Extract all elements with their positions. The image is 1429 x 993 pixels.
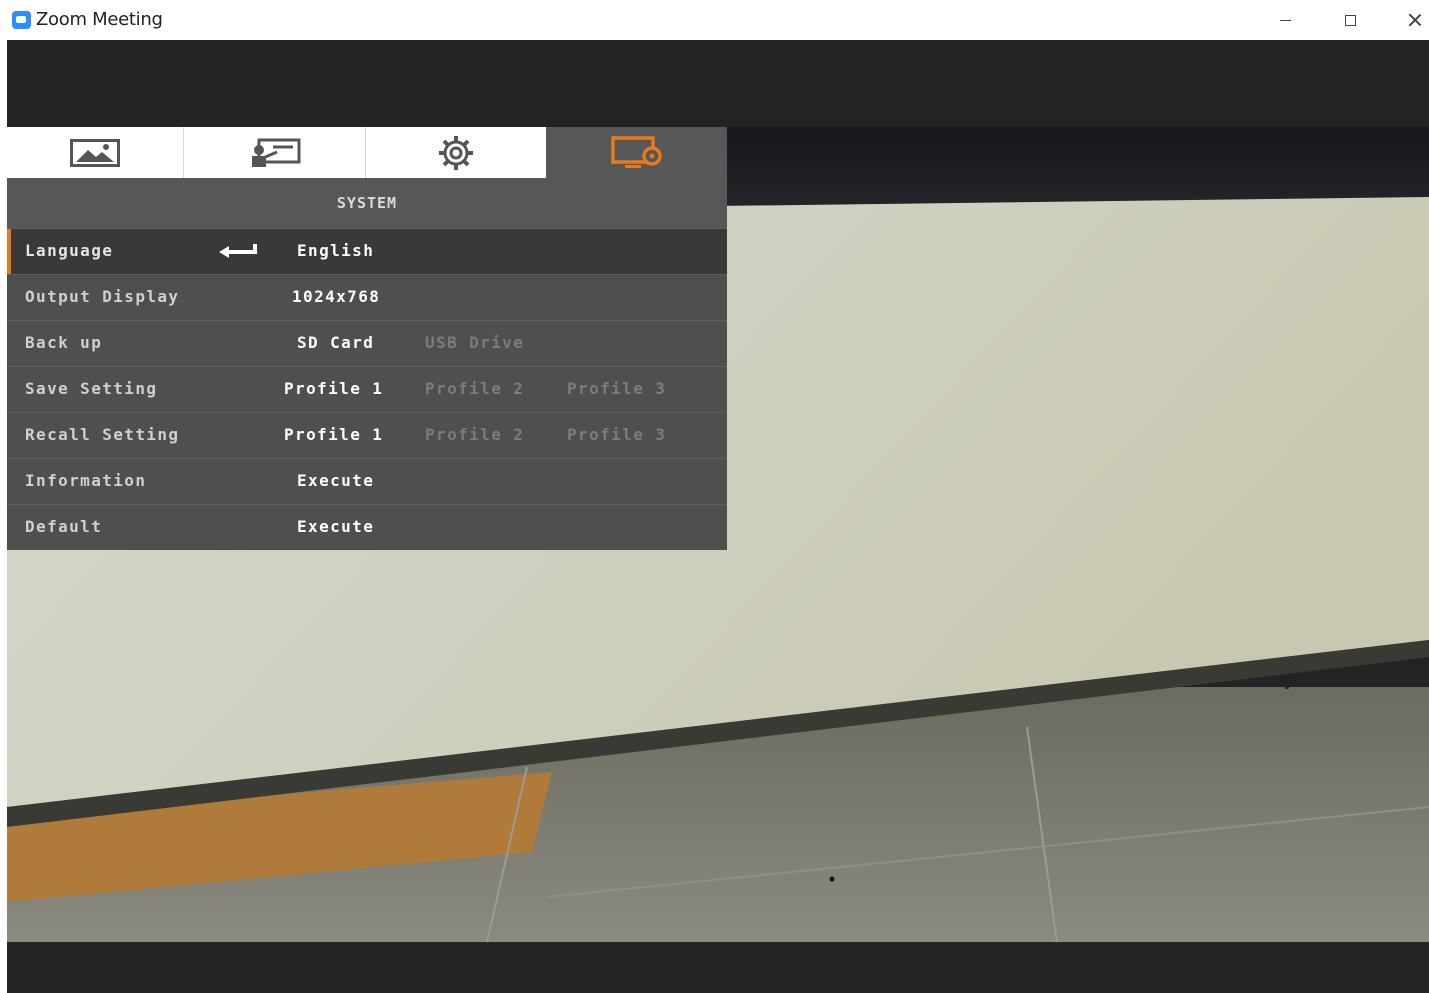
- maximize-button[interactable]: [1327, 0, 1373, 40]
- osd-rows: Language English Output Display 1024x768…: [7, 228, 727, 550]
- recall-option-profile-1[interactable]: Profile 1: [284, 425, 383, 444]
- tab-system[interactable]: [546, 127, 727, 178]
- monitor-settings-icon: [610, 135, 662, 168]
- window-title: Zoom Meeting: [36, 9, 163, 30]
- tab-settings[interactable]: [366, 127, 546, 178]
- osd-section-title: SYSTEM: [7, 178, 727, 228]
- row-label: Back up: [25, 333, 103, 352]
- close-button[interactable]: [1392, 0, 1429, 40]
- save-option-profile-3[interactable]: Profile 3: [567, 379, 666, 398]
- output-display-option[interactable]: 1024x768: [292, 287, 380, 306]
- information-execute-button[interactable]: Execute: [297, 471, 374, 490]
- backup-option-usb-drive[interactable]: USB Drive: [425, 333, 524, 352]
- presenter-icon: [251, 138, 300, 167]
- minimize-icon: [1279, 19, 1291, 21]
- row-label: Recall Setting: [25, 425, 180, 444]
- zoom-app-icon: [12, 11, 31, 29]
- row-label: Language: [25, 241, 114, 260]
- enter-arrow-icon: [219, 244, 257, 258]
- row-label: Information: [25, 471, 147, 490]
- video-bottom-bar: [7, 942, 1429, 993]
- gear-icon: [439, 135, 473, 170]
- tab-presenter[interactable]: [184, 127, 366, 178]
- language-option[interactable]: English: [297, 241, 374, 260]
- save-option-profile-1[interactable]: Profile 1: [284, 379, 383, 398]
- picture-icon: [70, 138, 120, 167]
- row-language[interactable]: Language English: [7, 228, 727, 274]
- row-label: Output Display: [25, 287, 180, 306]
- row-back-up[interactable]: Back up SD Card USB Drive: [7, 320, 727, 366]
- osd-menu: SYSTEM Language English Output Display 1…: [7, 127, 727, 552]
- recall-option-profile-3[interactable]: Profile 3: [567, 425, 666, 444]
- osd-tab-bar: [7, 127, 727, 178]
- maximize-icon: [1344, 14, 1356, 26]
- row-information[interactable]: Information Execute: [7, 458, 727, 504]
- close-icon: [1408, 13, 1422, 27]
- default-execute-button[interactable]: Execute: [297, 517, 374, 536]
- tab-picture[interactable]: [7, 127, 184, 178]
- row-label: Default: [25, 517, 103, 536]
- row-save-setting[interactable]: Save Setting Profile 1 Profile 2 Profile…: [7, 366, 727, 412]
- backup-option-sd-card[interactable]: SD Card: [297, 333, 374, 352]
- title-bar: Zoom Meeting: [0, 0, 1429, 40]
- row-recall-setting[interactable]: Recall Setting Profile 1 Profile 2 Profi…: [7, 412, 727, 458]
- minimize-button[interactable]: [1262, 0, 1308, 40]
- row-label: Save Setting: [25, 379, 158, 398]
- recall-option-profile-2[interactable]: Profile 2: [425, 425, 524, 444]
- row-output-display[interactable]: Output Display 1024x768: [7, 274, 727, 320]
- row-default[interactable]: Default Execute: [7, 504, 727, 550]
- save-option-profile-2[interactable]: Profile 2: [425, 379, 524, 398]
